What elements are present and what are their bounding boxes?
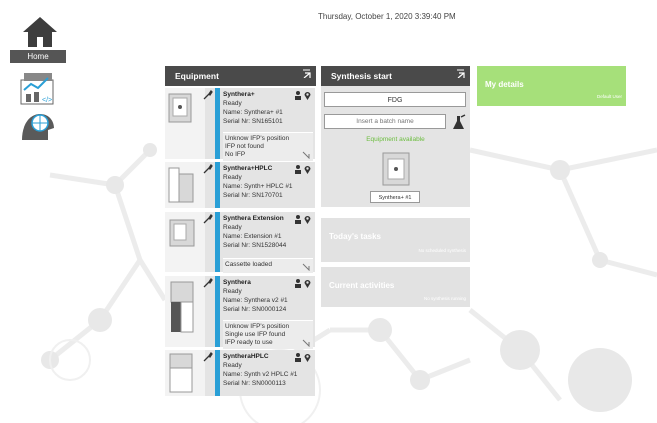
resize-icon[interactable]: [302, 339, 310, 347]
batch-name-input[interactable]: [324, 114, 446, 129]
location-pin-icon[interactable]: [304, 91, 311, 100]
location-pin-icon[interactable]: [304, 215, 311, 224]
card-name: Name: Synthera v2 #1: [223, 297, 288, 304]
activities-title: Current activities: [329, 281, 395, 290]
card-serial: Serial Nr: SN170701: [223, 192, 283, 199]
note-line: IFP not found: [225, 143, 264, 150]
expand-icon[interactable]: [456, 69, 465, 78]
card-name: Name: Synthera+ #1: [223, 109, 283, 116]
details-title: My details: [485, 80, 524, 89]
synthesizer-image: [165, 350, 205, 396]
synthesis-title: Synthesis start: [331, 71, 392, 81]
statistics-icon[interactable]: </>: [18, 70, 58, 106]
card-status: Ready: [223, 100, 242, 107]
card-status: Ready: [223, 174, 242, 181]
status-bar: [215, 88, 220, 159]
datetime: Thursday, October 1, 2020 3:39:40 PM: [318, 12, 456, 21]
synthesizer-image: [165, 88, 205, 159]
note-line: Single use IFP found: [225, 331, 286, 338]
card-serial: Serial Nr: SN0000113: [223, 380, 286, 387]
equipment-card-synthera-hplc[interactable]: SyntheraHPLC Ready Name: Synth v2 HPLC #…: [165, 350, 315, 396]
card-name: Name: Extension #1: [223, 233, 282, 240]
synthesizer-image: [165, 276, 205, 347]
card-status: Ready: [223, 288, 242, 295]
card-name: Name: Synth+ HPLC #1: [223, 183, 293, 190]
todays-tasks-panel[interactable]: Today's tasks No scheduled synthesis: [321, 218, 470, 262]
equipment-header: Equipment: [165, 66, 316, 86]
card-serial: Serial Nr: SN165101: [223, 118, 283, 125]
resize-icon[interactable]: [302, 151, 310, 159]
note-line: Unknow IFP's position: [225, 135, 290, 142]
my-details-panel[interactable]: My details Default User: [477, 66, 626, 106]
wrench-icon[interactable]: [203, 164, 213, 174]
user-icon[interactable]: [295, 91, 301, 100]
synthesizer-image: [165, 212, 205, 272]
note-line: Unknow IFP's position: [225, 323, 290, 330]
user-icon[interactable]: [295, 279, 301, 288]
note-line: Cassette loaded: [225, 261, 272, 268]
status-bar: [215, 212, 220, 272]
equipment-card-synthera-plus-hplc[interactable]: Synthera+HPLC Ready Name: Synth+ HPLC #1…: [165, 162, 315, 208]
home-icon[interactable]: [22, 16, 58, 48]
equipment-card-synthera-plus[interactable]: Synthera+ Ready Name: Synthera+ #1 Seria…: [165, 88, 315, 161]
status-bar: [215, 162, 220, 208]
svg-text:</>: </>: [42, 97, 52, 104]
equipment-available-label: Equipment available: [366, 136, 425, 143]
tasks-subtitle: No scheduled synthesis: [418, 248, 466, 253]
note-line: No IFP: [225, 151, 246, 158]
resize-icon[interactable]: [302, 263, 310, 271]
card-name: Name: Synth v2 HPLC #1: [223, 371, 298, 378]
device-button[interactable]: Synthera+ #1: [370, 191, 420, 203]
card-note: Unknow IFP's position Single use IFP fou…: [223, 320, 313, 349]
tasks-title: Today's tasks: [329, 232, 381, 241]
location-pin-icon[interactable]: [304, 165, 311, 174]
molecule-background: [41, 143, 657, 423]
synthesis-panel: FDG Equipment available Synthera+ #1: [321, 86, 470, 207]
location-pin-icon[interactable]: [304, 279, 311, 288]
wrench-icon[interactable]: [203, 90, 213, 100]
location-pin-icon[interactable]: [304, 353, 311, 362]
equipment-title: Equipment: [175, 71, 219, 81]
status-bar: [215, 350, 220, 396]
product-select-button[interactable]: FDG: [324, 92, 466, 107]
user-icon[interactable]: [295, 165, 301, 174]
home-label[interactable]: Home: [10, 50, 66, 63]
card-note: Unknow IFP's position IFP not found No I…: [223, 132, 313, 161]
note-line: IFP ready to use: [225, 339, 273, 346]
card-serial: Serial Nr: SN1528044: [223, 242, 287, 249]
activities-subtitle: No synthesis running: [423, 296, 466, 301]
support-icon[interactable]: [18, 106, 58, 142]
card-status: Ready: [223, 224, 242, 231]
synthesizer-image: [165, 162, 205, 208]
user-icon[interactable]: [295, 215, 301, 224]
equipment-card-synthera-extension[interactable]: Synthera Extension Ready Name: Extension…: [165, 212, 315, 273]
equipment-card-synthera[interactable]: Synthera Ready Name: Synthera v2 #1 Seri…: [165, 276, 315, 349]
card-note: Cassette loaded: [223, 258, 313, 273]
card-serial: Serial Nr: SN0000124: [223, 306, 287, 313]
wrench-icon[interactable]: [203, 352, 213, 362]
user-icon[interactable]: [295, 353, 301, 362]
flask-icon[interactable]: [450, 114, 466, 130]
details-user: Default User: [596, 94, 622, 99]
synthesizer-image[interactable]: [379, 149, 413, 189]
wrench-icon[interactable]: [203, 214, 213, 224]
synthesis-header: Synthesis start: [321, 66, 470, 86]
card-status: Ready: [223, 362, 242, 369]
expand-icon[interactable]: [302, 69, 311, 78]
wrench-icon[interactable]: [203, 278, 213, 288]
status-bar: [215, 276, 220, 347]
current-activities-panel[interactable]: Current activities No synthesis running: [321, 267, 470, 307]
